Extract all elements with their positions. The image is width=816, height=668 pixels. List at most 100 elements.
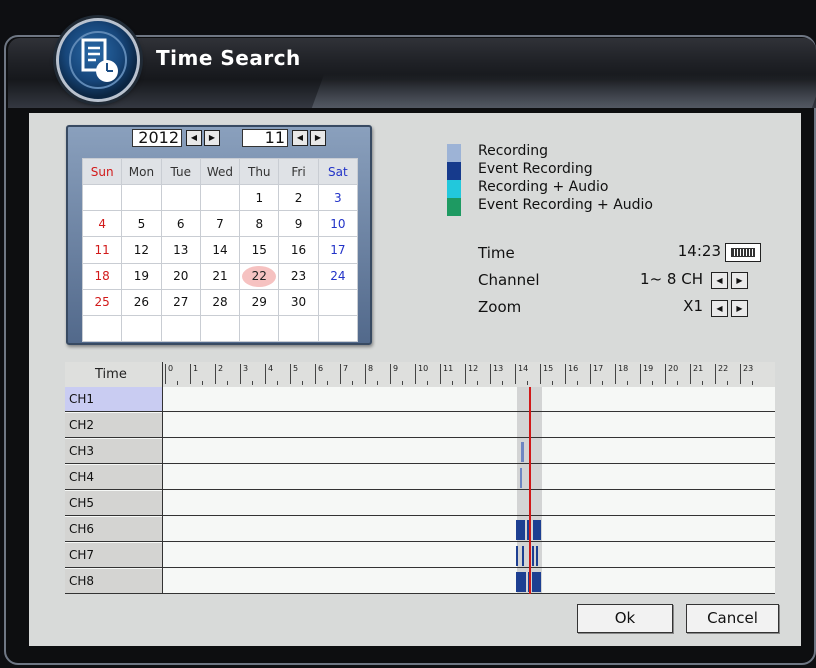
day-cell[interactable]: 12 (121, 236, 162, 264)
channel-next-button[interactable]: ▶ (731, 272, 748, 289)
channel-label[interactable]: CH6 (65, 517, 163, 541)
keyboard-icon[interactable] (725, 243, 761, 262)
day-cell[interactable]: 29 (239, 288, 280, 316)
day-cell[interactable]: 15 (239, 236, 280, 264)
day-cell[interactable]: 7 (199, 210, 241, 238)
year-field[interactable]: 2012 (132, 129, 182, 147)
hour-tick: 1 (190, 364, 198, 384)
day-cell[interactable]: 24 (317, 262, 359, 290)
channel-label[interactable]: CH8 (65, 569, 163, 593)
recording-segment (520, 468, 522, 488)
day-cell[interactable]: 6 (160, 210, 201, 238)
day-cell[interactable] (199, 314, 241, 343)
day-cell[interactable]: 16 (278, 236, 319, 264)
channel-row[interactable]: CH8 (65, 569, 775, 594)
channel-row[interactable]: CH7 (65, 543, 775, 568)
month-prev-button[interactable]: ◀ (292, 130, 308, 146)
hour-tick: 16 (565, 364, 578, 384)
day-cell[interactable]: 3 (317, 184, 359, 212)
hour-tick: 13 (490, 364, 503, 384)
day-cell[interactable] (160, 184, 201, 212)
sub-tick (502, 381, 503, 385)
channel-label[interactable]: CH2 (65, 413, 163, 437)
event-recording-segment (536, 546, 538, 566)
hour-tick: 19 (640, 364, 653, 384)
hour-tick: 7 (340, 364, 348, 384)
day-cell[interactable] (160, 314, 201, 343)
channel-label: Channel (478, 271, 540, 289)
day-cell[interactable] (199, 184, 241, 212)
day-cell[interactable]: 8 (239, 210, 280, 238)
time-value[interactable]: 14:23 (678, 242, 721, 260)
day-cell[interactable] (81, 184, 123, 212)
hour-tick: 15 (540, 364, 553, 384)
day-cell-selected[interactable]: 22 (239, 262, 280, 290)
day-cell[interactable]: 17 (317, 236, 359, 264)
day-cell[interactable]: 21 (199, 262, 241, 290)
day-cell[interactable]: 27 (160, 288, 201, 316)
channel-row[interactable]: CH6 (65, 517, 775, 542)
sub-tick (527, 381, 528, 385)
year-prev-button[interactable]: ◀ (186, 130, 202, 146)
day-cell[interactable] (317, 314, 359, 343)
legend-swatch (447, 180, 461, 198)
zoom-prev-button[interactable]: ◀ (711, 300, 728, 317)
day-cell[interactable] (121, 184, 162, 212)
day-cell[interactable]: 30 (278, 288, 319, 316)
event-recording-segment (516, 520, 525, 540)
cancel-button[interactable]: Cancel (686, 604, 779, 633)
timeline-divider (162, 362, 163, 594)
day-cell[interactable]: 10 (317, 210, 359, 238)
channel-label[interactable]: CH4 (65, 465, 163, 489)
weekday-sat: Sat (317, 157, 359, 186)
sub-tick (427, 381, 428, 385)
day-cell[interactable] (81, 314, 123, 343)
day-cell[interactable] (239, 314, 280, 343)
month-next-button[interactable]: ▶ (310, 130, 326, 146)
title-bar-sheen (311, 74, 816, 108)
day-cell[interactable]: 5 (121, 210, 162, 238)
zoom-next-button[interactable]: ▶ (731, 300, 748, 317)
day-cell[interactable]: 9 (278, 210, 319, 238)
hour-tick: 4 (265, 364, 273, 384)
channel-row[interactable]: CH5 (65, 491, 775, 516)
hour-tick: 6 (315, 364, 323, 384)
legend-swatch (447, 144, 461, 162)
day-cell[interactable] (317, 288, 359, 316)
ok-button[interactable]: Ok (577, 604, 673, 633)
day-cell[interactable]: 2 (278, 184, 319, 212)
weekday-wed: Wed (199, 157, 241, 186)
channel-row[interactable]: CH3 (65, 439, 775, 464)
time-cursor[interactable] (529, 387, 531, 594)
channel-label[interactable]: CH5 (65, 491, 163, 515)
channel-prev-button[interactable]: ◀ (711, 272, 728, 289)
channel-label[interactable]: CH3 (65, 439, 163, 463)
day-cell[interactable]: 25 (81, 288, 123, 316)
day-cell[interactable]: 1 (239, 184, 280, 212)
sub-tick (602, 381, 603, 385)
day-cell[interactable]: 26 (121, 288, 162, 316)
day-cell[interactable]: 19 (121, 262, 162, 290)
day-cell[interactable]: 20 (160, 262, 201, 290)
day-cell[interactable]: 4 (81, 210, 123, 238)
legend-swatch (447, 198, 461, 216)
day-cell[interactable] (121, 314, 162, 343)
weekday-mon: Mon (121, 157, 162, 186)
sub-tick (577, 381, 578, 385)
year-next-button[interactable]: ▶ (204, 130, 220, 146)
month-field[interactable]: 11 (242, 129, 288, 147)
channel-label-selected[interactable]: CH1 (65, 387, 163, 411)
legend-item: Recording + Audio (447, 179, 747, 198)
channel-label[interactable]: CH7 (65, 543, 163, 567)
day-cell[interactable]: 11 (81, 236, 123, 264)
day-cell[interactable]: 18 (81, 262, 123, 290)
day-cell[interactable]: 23 (278, 262, 319, 290)
channel-row[interactable]: CH1 (65, 387, 775, 412)
day-cell[interactable]: 28 (199, 288, 241, 316)
day-cell[interactable]: 14 (199, 236, 241, 264)
channel-row[interactable]: CH2 (65, 413, 775, 438)
day-cell[interactable]: 13 (160, 236, 201, 264)
day-cell[interactable] (278, 314, 319, 343)
channel-row[interactable]: CH4 (65, 465, 775, 490)
legend-item: Event Recording (447, 161, 747, 180)
